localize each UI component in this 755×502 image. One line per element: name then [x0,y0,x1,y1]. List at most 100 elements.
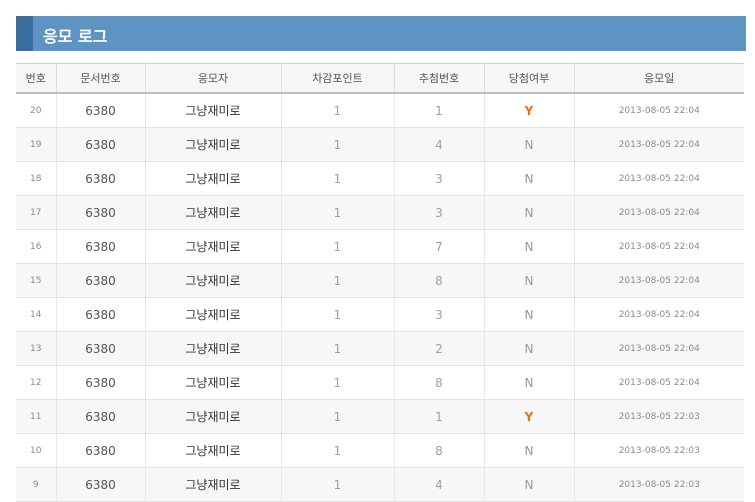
row-number-cell: 16 [16,229,57,264]
table-row[interactable]: 13 6380 그냥재미로 1 2 N 2013-08-05 22:04 [16,331,744,366]
entry-date-cell: 2013-08-05 22:04 [574,297,744,332]
row-number-cell: 17 [16,195,57,230]
table-row[interactable]: 14 6380 그냥재미로 1 3 N 2013-08-05 22:04 [16,297,744,332]
document-number-cell: 6380 [56,229,146,264]
win-status-cell: N [484,229,575,264]
win-status-cell: N [484,161,575,196]
table-row[interactable]: 19 6380 그냥재미로 1 4 N 2013-08-05 22:04 [16,127,744,162]
draw-number-cell: 3 [394,161,485,196]
document-number-cell: 6380 [56,161,146,196]
document-number-cell: 6380 [56,93,146,128]
section-header: 응모 로그 [16,16,746,51]
table-row[interactable]: 9 6380 그냥재미로 1 4 N 2013-08-05 22:03 [16,467,744,502]
entry-date-cell: 2013-08-05 22:04 [574,365,744,400]
draw-number-cell: 7 [394,229,485,264]
entry-date-cell: 2013-08-05 22:04 [574,161,744,196]
entrant-cell: 그냥재미로 [145,365,282,400]
row-number-cell: 11 [16,399,57,434]
entry-date-cell: 2013-08-05 22:04 [574,229,744,264]
entrant-cell: 그냥재미로 [145,161,282,196]
column-header-entry-date[interactable]: 응모일 [574,63,744,94]
win-status-cell: N [484,365,575,400]
table-row[interactable]: 18 6380 그냥재미로 1 3 N 2013-08-05 22:04 [16,161,744,196]
entrant-cell: 그냥재미로 [145,331,282,366]
column-header-number[interactable]: 번호 [16,63,57,94]
row-number-cell: 18 [16,161,57,196]
entry-date-cell: 2013-08-05 22:04 [574,331,744,366]
column-header-draw-number[interactable]: 추첨번호 [394,63,485,94]
draw-number-cell: 3 [394,297,485,332]
win-status-cell: N [484,263,575,298]
draw-number-cell: 8 [394,365,485,400]
table-body: 20 6380 그냥재미로 1 1 Y 2013-08-05 22:04 19 6380 그냥재미… [16,93,744,502]
table-row[interactable]: 10 6380 그냥재미로 1 8 N 2013-08-05 22:03 [16,433,744,468]
document-number-cell: 6380 [56,297,146,332]
column-header-document-number[interactable]: 문서번호 [56,63,146,94]
row-number-cell: 14 [16,297,57,332]
deducted-points-cell: 1 [281,297,395,332]
win-status-cell: N [484,331,575,366]
draw-number-cell: 8 [394,433,485,468]
document-number-cell: 6380 [56,433,146,468]
row-number-cell: 19 [16,127,57,162]
page-title: 응모 로그 [43,27,108,46]
draw-number-cell: 4 [394,467,485,502]
row-number-cell: 15 [16,263,57,298]
entrant-cell: 그냥재미로 [145,399,282,434]
deducted-points-cell: 1 [281,263,395,298]
table-row[interactable]: 12 6380 그냥재미로 1 8 N 2013-08-05 22:04 [16,365,744,400]
deducted-points-cell: 1 [281,195,395,230]
draw-number-cell: 1 [394,93,485,128]
deducted-points-cell: 1 [281,127,395,162]
deducted-points-cell: 1 [281,161,395,196]
entry-date-cell: 2013-08-05 22:03 [574,399,744,434]
entry-date-cell: 2013-08-05 22:04 [574,93,744,128]
entry-log-table: 번호 문서번호 응모자 차감포인트 추첨번호 당첨여부 응모일 20 6380 그냥… [16,63,744,502]
entrant-cell: 그냥재미로 [145,263,282,298]
win-status-cell: Y [484,399,575,434]
deducted-points-cell: 1 [281,399,395,434]
table-row[interactable]: 15 6380 그냥재미로 1 8 N 2013-08-05 22:04 [16,263,744,298]
row-number-cell: 9 [16,467,57,502]
table-row[interactable]: 17 6380 그냥재미로 1 3 N 2013-08-05 22:04 [16,195,744,230]
deducted-points-cell: 1 [281,331,395,366]
table-row[interactable]: 11 6380 그냥재미로 1 1 Y 2013-08-05 22:03 [16,399,744,434]
column-header-entrant[interactable]: 응모자 [145,63,282,94]
entrant-cell: 그냥재미로 [145,297,282,332]
entrant-cell: 그냥재미로 [145,467,282,502]
win-status-cell: Y [484,93,575,128]
column-header-win-status[interactable]: 당첨여부 [484,63,575,94]
entry-date-cell: 2013-08-05 22:03 [574,433,744,468]
header-accent-bar [16,16,33,51]
entry-date-cell: 2013-08-05 22:04 [574,195,744,230]
win-status-cell: N [484,195,575,230]
document-number-cell: 6380 [56,331,146,366]
deducted-points-cell: 1 [281,93,395,128]
row-number-cell: 20 [16,93,57,128]
win-status-cell: N [484,297,575,332]
entry-date-cell: 2013-08-05 22:04 [574,263,744,298]
win-status-cell: N [484,433,575,468]
document-number-cell: 6380 [56,399,146,434]
draw-number-cell: 4 [394,127,485,162]
document-number-cell: 6380 [56,127,146,162]
draw-number-cell: 8 [394,263,485,298]
table-header-row: 번호 문서번호 응모자 차감포인트 추첨번호 당첨여부 응모일 [16,63,744,94]
column-header-deducted-points[interactable]: 차감포인트 [281,63,395,94]
row-number-cell: 12 [16,365,57,400]
table-row[interactable]: 20 6380 그냥재미로 1 1 Y 2013-08-05 22:04 [16,93,744,128]
entrant-cell: 그냥재미로 [145,229,282,264]
row-number-cell: 10 [16,433,57,468]
deducted-points-cell: 1 [281,365,395,400]
document-number-cell: 6380 [56,195,146,230]
entrant-cell: 그냥재미로 [145,127,282,162]
win-status-cell: N [484,467,575,502]
deducted-points-cell: 1 [281,229,395,264]
entrant-cell: 그냥재미로 [145,433,282,468]
draw-number-cell: 1 [394,399,485,434]
table-row[interactable]: 16 6380 그냥재미로 1 7 N 2013-08-05 22:04 [16,229,744,264]
entrant-cell: 그냥재미로 [145,195,282,230]
entry-date-cell: 2013-08-05 22:04 [574,127,744,162]
deducted-points-cell: 1 [281,433,395,468]
win-status-cell: N [484,127,575,162]
